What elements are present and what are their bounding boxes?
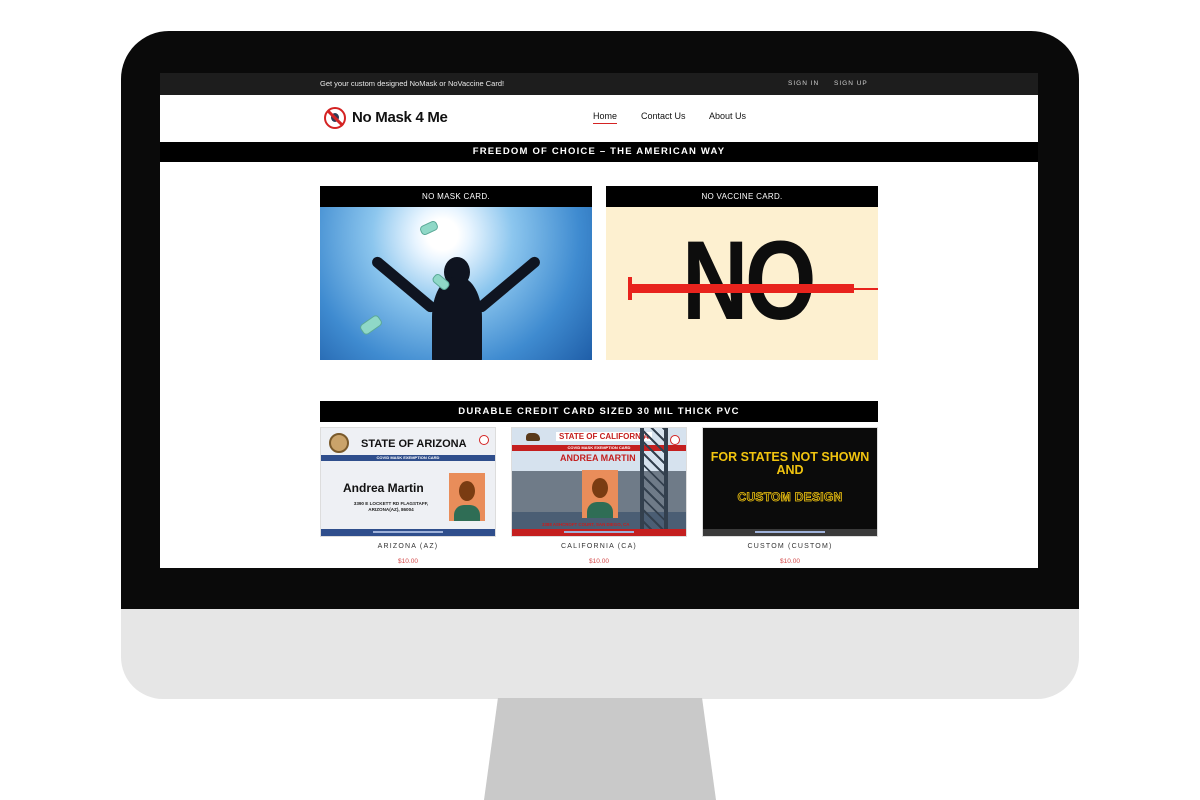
website-screen: Get your custom designed NoMask or NoVac… xyxy=(160,73,1038,568)
bridge-graphic xyxy=(640,428,668,532)
card-state-title: STATE OF ARIZONA xyxy=(361,438,467,450)
no-vaccine-card-tile[interactable]: NO VACCINE CARD. NO xyxy=(606,186,878,360)
california-bear-icon xyxy=(526,433,540,441)
product-arizona[interactable]: STATE OF ARIZONA COVID MASK EXEMPTION CA… xyxy=(320,427,496,565)
product-price: $10.00 xyxy=(589,558,609,565)
card-footer xyxy=(512,529,686,536)
flying-mask xyxy=(418,219,440,237)
monitor-stand xyxy=(484,698,716,800)
no-mask-badge-icon xyxy=(479,435,489,445)
product-name[interactable]: CALIFORNIA (CA) xyxy=(511,543,687,550)
site-logo-text[interactable]: No Mask 4 Me xyxy=(352,109,448,126)
card-strip: COVID MASK EXEMPTION CARD xyxy=(321,455,495,461)
card-holder-name: Andrea Martin xyxy=(343,481,424,495)
flying-mask xyxy=(358,313,384,337)
no-vaccine-image[interactable]: NO xyxy=(606,207,878,360)
no-mask-badge-icon xyxy=(670,435,680,445)
silhouette-arm-left xyxy=(369,254,439,315)
nav-home[interactable]: Home xyxy=(593,111,618,124)
products-section-title: DURABLE CREDIT CARD SIZED 30 MIL THICK P… xyxy=(320,401,878,422)
silhouette-arm-right xyxy=(473,254,543,315)
monitor-chin xyxy=(121,609,1079,699)
no-mask-caption: NO MASK CARD. xyxy=(320,186,592,207)
sign-up-link[interactable]: SIGN UP xyxy=(834,80,868,87)
no-mask-logo-icon[interactable] xyxy=(324,107,346,129)
no-big-text: NO xyxy=(682,218,816,343)
custom-card-image[interactable]: FOR STATES NOT SHOWN AND CUSTOM DESIGN xyxy=(702,427,878,537)
product-price: $10.00 xyxy=(780,558,800,565)
product-name[interactable]: ARIZONA (AZ) xyxy=(320,543,496,550)
card-address-line2: ARIZONA(AZ), 86004 xyxy=(368,507,414,512)
card-address: 3390 E LOCKETT RD FLAGSTAFF, ARIZONA(AZ)… xyxy=(341,501,441,513)
california-card-image[interactable]: STATE OF CALIFORNIA COVID MASK EXEMPTION… xyxy=(511,427,687,537)
no-vaccine-caption: NO VACCINE CARD. xyxy=(606,186,878,207)
arizona-seal-icon xyxy=(329,433,349,453)
custom-card-line2: CUSTOM DESIGN xyxy=(737,490,843,505)
promo-text: Get your custom designed NoMask or NoVac… xyxy=(320,79,505,88)
card-address: 3388 ASHCROFT COURT, SAN DIEGO, CA xyxy=(542,522,630,527)
product-custom[interactable]: FOR STATES NOT SHOWN AND CUSTOM DESIGN C… xyxy=(702,427,878,565)
card-state-title: STATE OF CALIFORNIA xyxy=(556,432,652,441)
syringe-icon xyxy=(628,277,878,300)
holder-photo xyxy=(449,473,485,521)
freedom-banner: FREEDOM OF CHOICE – THE AMERICAN WAY xyxy=(160,142,1038,162)
top-bar: Get your custom designed NoMask or NoVac… xyxy=(160,73,1038,95)
site-header: No Mask 4 Me Home Contact Us About Us xyxy=(160,95,1038,141)
product-california[interactable]: STATE OF CALIFORNIA COVID MASK EXEMPTION… xyxy=(511,427,687,565)
card-holder-name: ANDREA MARTIN xyxy=(560,453,636,463)
holder-photo xyxy=(582,470,618,518)
sign-in-link[interactable]: SIGN IN xyxy=(788,80,819,87)
silhouette-body xyxy=(432,277,482,360)
product-name[interactable]: CUSTOM (CUSTOM) xyxy=(702,543,878,550)
card-footer xyxy=(321,529,495,536)
card-footer xyxy=(703,529,877,536)
nav-contact-us[interactable]: Contact Us xyxy=(641,111,686,121)
mask-toss-image[interactable] xyxy=(320,207,592,360)
product-price: $10.00 xyxy=(398,558,418,565)
nav-about-us[interactable]: About Us xyxy=(709,111,746,121)
arizona-card-image[interactable]: STATE OF ARIZONA COVID MASK EXEMPTION CA… xyxy=(320,427,496,537)
no-mask-card-tile[interactable]: NO MASK CARD. xyxy=(320,186,592,360)
custom-card-line1: FOR STATES NOT SHOWN AND xyxy=(710,450,870,477)
